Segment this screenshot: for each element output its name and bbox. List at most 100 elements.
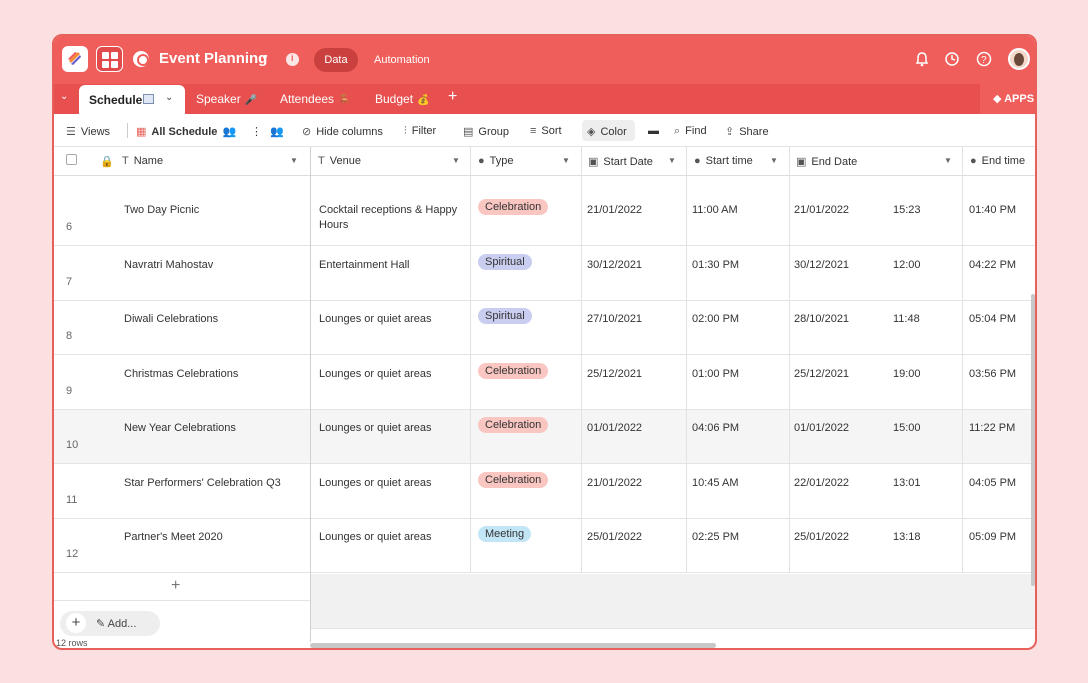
cell-end-time[interactable]: 04:22 PM — [969, 258, 1016, 273]
color-button[interactable]: ◈ Color — [587, 125, 627, 138]
cell-end-time[interactable]: 01:40 PM — [969, 203, 1016, 218]
group-button[interactable]: ▤ Group — [463, 125, 509, 138]
tab-schedule[interactable]: Schedule ⌄ — [79, 85, 185, 114]
cell-venue[interactable]: Lounges or quiet areas — [319, 367, 467, 382]
cell-venue[interactable]: Lounges or quiet areas — [319, 421, 467, 436]
plus-icon[interactable]: + — [66, 613, 86, 633]
select-all-checkbox[interactable] — [66, 154, 77, 168]
chevron-down-icon[interactable]: ▼ — [668, 156, 676, 165]
cell-end-date[interactable]: 30/12/2021 — [794, 258, 849, 273]
type-badge[interactable]: Celebration — [478, 199, 549, 215]
column-header-type[interactable]: ● Type — [478, 155, 514, 167]
row-height-icon[interactable]: ▬ — [648, 125, 659, 137]
cell-venue[interactable]: Lounges or quiet areas — [319, 312, 467, 327]
cell-end-date[interactable]: 01/01/2022 — [794, 421, 849, 436]
cell-start-date[interactable]: 21/01/2022 — [587, 203, 642, 218]
sort-button[interactable]: ≡ Sort — [530, 125, 562, 137]
cell-start-date[interactable]: 25/01/2022 — [587, 530, 642, 545]
column-header-name[interactable]: T Name — [122, 155, 163, 167]
cell-start-time[interactable]: 10:45 AM — [692, 476, 738, 491]
cell-start-time[interactable]: 02:25 PM — [692, 530, 739, 545]
history-icon[interactable] — [944, 51, 960, 67]
add-record-bar[interactable]: + ✎ Add... — [60, 611, 160, 636]
cell-start-date[interactable]: 01/01/2022 — [587, 421, 642, 436]
column-header-venue[interactable]: T Venue — [318, 155, 361, 167]
cell-end-hhmm[interactable]: 19:00 — [893, 367, 921, 382]
table-row[interactable]: 7 Navratri Mahostav Entertainment Hall Spir… — [54, 246, 1035, 301]
cell-name[interactable]: Christmas Celebrations — [124, 367, 304, 382]
chevron-down-icon[interactable]: ▼ — [770, 156, 778, 165]
cell-end-hhmm[interactable]: 11:48 — [893, 312, 920, 327]
table-row[interactable]: 10 New Year Celebrations Lounges or quiet … — [54, 410, 1035, 464]
table-row[interactable]: 12 Partner's Meet 2020 Lounges or quiet ar… — [54, 519, 1035, 573]
cell-venue[interactable]: Entertainment Hall — [319, 258, 467, 273]
column-header-start-time[interactable]: ● Start time — [694, 155, 753, 167]
cell-start-time[interactable]: 04:06 PM — [692, 421, 739, 436]
view-selector[interactable]: ▦ All Schedule 👥 — [136, 125, 241, 138]
column-header-start-date[interactable]: ▣ Start Date — [588, 155, 653, 168]
views-button[interactable]: ☰ Views — [66, 125, 110, 138]
cell-name[interactable]: Two Day Picnic — [124, 203, 304, 218]
hide-columns-button[interactable]: ⊘ Hide columns — [302, 125, 383, 138]
cell-venue[interactable]: Lounges or quiet areas — [319, 476, 467, 491]
type-badge[interactable]: Celebration — [478, 471, 549, 488]
tab-speaker[interactable]: Speaker 🎤 — [196, 92, 257, 106]
cell-end-time[interactable]: 11:22 PM — [969, 421, 1015, 436]
cell-start-date[interactable]: 30/12/2021 — [587, 258, 642, 273]
share-button[interactable]: ⇪ Share — [725, 125, 769, 138]
cell-start-time[interactable]: 02:00 PM — [692, 312, 739, 327]
collapse-chevron-icon[interactable]: ⌄ — [60, 91, 68, 102]
cell-end-time[interactable]: 05:04 PM — [969, 312, 1016, 327]
cell-end-date[interactable]: 22/01/2022 — [794, 476, 849, 491]
user-avatar[interactable] — [1008, 48, 1030, 70]
bell-icon[interactable] — [914, 51, 930, 67]
chevron-down-icon[interactable]: ⌄ — [165, 92, 173, 103]
help-icon[interactable]: ? — [976, 51, 992, 67]
type-badge[interactable]: Celebration — [478, 362, 549, 379]
cell-start-date[interactable]: 21/01/2022 — [587, 476, 642, 491]
chevron-down-icon[interactable]: ▾ — [262, 51, 268, 64]
table-row[interactable]: 11 Star Performers' Celebration Q3 Lounges… — [54, 464, 1035, 519]
type-badge[interactable]: Spiritual — [478, 253, 532, 270]
app-logo-icon[interactable] — [62, 46, 88, 72]
type-badge[interactable]: Celebration — [478, 417, 549, 433]
info-icon[interactable] — [286, 53, 299, 66]
cell-end-time[interactable]: 04:05 PM — [969, 476, 1016, 491]
cell-name[interactable]: Diwali Celebrations — [124, 312, 304, 327]
more-options-icon[interactable]: ⋮ — [251, 125, 262, 138]
cell-name[interactable]: New Year Celebrations — [124, 421, 304, 436]
tab-attendees[interactable]: Attendees 🪑 — [280, 92, 351, 106]
cell-start-time[interactable]: 11:00 AM — [692, 203, 738, 218]
table-row[interactable]: 9 Christmas Celebrations Lounges or quiet … — [54, 355, 1035, 410]
cell-end-hhmm[interactable]: 13:01 — [893, 476, 921, 491]
add-label[interactable]: ✎ Add... — [96, 617, 136, 630]
cell-name[interactable]: Star Performers' Celebration Q3 — [124, 476, 304, 491]
add-tab-button[interactable]: + — [448, 88, 457, 106]
type-badge[interactable]: Spiritual — [478, 308, 532, 324]
apps-grid-icon[interactable] — [96, 46, 123, 72]
vertical-scrollbar[interactable] — [1031, 294, 1035, 586]
find-button[interactable]: ⌕ Find — [674, 125, 707, 138]
cell-start-time[interactable]: 01:00 PM — [692, 367, 739, 382]
chevron-down-icon[interactable]: ▼ — [944, 156, 952, 165]
type-badge[interactable]: Meeting — [478, 526, 532, 542]
table-row[interactable]: 6 Two Day Picnic Cocktail receptions & Hap… — [54, 192, 1035, 246]
column-header-end-time[interactable]: ● End time — [970, 155, 1025, 167]
cell-end-date[interactable]: 28/10/2021 — [794, 312, 849, 327]
cell-start-date[interactable]: 25/12/2021 — [587, 367, 642, 382]
cell-end-hhmm[interactable]: 13:18 — [893, 530, 921, 545]
automation-tab[interactable]: Automation — [374, 54, 430, 66]
add-row-button[interactable]: + — [171, 577, 180, 595]
cell-start-date[interactable]: 27/10/2021 — [587, 312, 642, 327]
cell-end-time[interactable]: 05:09 PM — [969, 530, 1016, 545]
chevron-down-icon[interactable]: ▼ — [290, 156, 298, 165]
apps-button[interactable]: ◆ APPS — [993, 92, 1034, 105]
cell-name[interactable]: Navratri Mahostav — [124, 258, 304, 273]
cell-end-hhmm[interactable]: 12:00 — [893, 258, 921, 273]
collaborators-icon[interactable]: 👥 — [270, 125, 284, 138]
chevron-down-icon[interactable]: ▼ — [562, 156, 570, 165]
cell-end-date[interactable]: 25/01/2022 — [794, 530, 849, 545]
cell-venue[interactable]: Cocktail receptions & Happy Hours — [319, 203, 467, 233]
cell-end-date[interactable]: 21/01/2022 — [794, 203, 849, 218]
cell-start-time[interactable]: 01:30 PM — [692, 258, 739, 273]
